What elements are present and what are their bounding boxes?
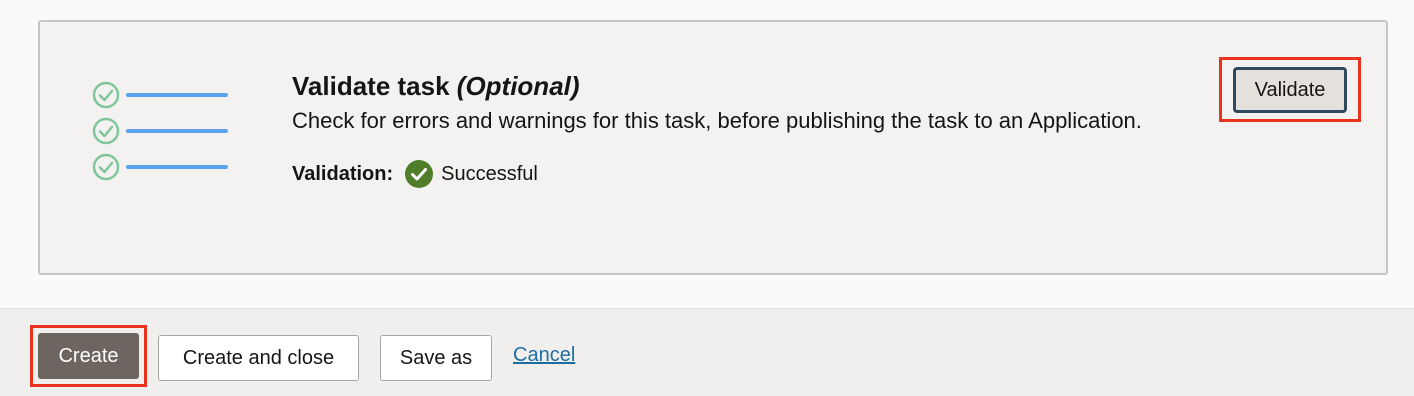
footer-action-bar: Create Create and close Save as Cancel: [0, 308, 1414, 396]
validate-task-card: Validate task (Optional) Check for error…: [38, 20, 1388, 275]
create-task-page: Validate task (Optional) Check for error…: [0, 0, 1414, 396]
validate-task-description: Check for errors and warnings for this t…: [292, 108, 1142, 133]
cancel-link[interactable]: Cancel: [513, 344, 575, 367]
create-button[interactable]: Create: [38, 333, 139, 379]
validation-status-row: Validation: Successful: [292, 158, 1152, 190]
validate-button[interactable]: Validate: [1233, 67, 1347, 113]
create-button-highlight: Create: [30, 325, 147, 387]
validation-status: Successful: [441, 162, 538, 185]
validation-label: Validation:: [292, 162, 394, 185]
check-circle-icon: [405, 160, 434, 188]
validate-task-content: Validate task (Optional) Check for error…: [292, 70, 1152, 190]
title-optional-text: (Optional): [456, 71, 580, 101]
validate-button-highlight: Validate: [1219, 57, 1361, 122]
create-and-close-button[interactable]: Create and close: [158, 335, 359, 381]
validate-task-title: Validate task (Optional): [292, 70, 1152, 102]
save-as-button[interactable]: Save as: [380, 335, 492, 381]
title-text: Validate task: [292, 71, 450, 101]
checklist-icon: [92, 81, 228, 181]
